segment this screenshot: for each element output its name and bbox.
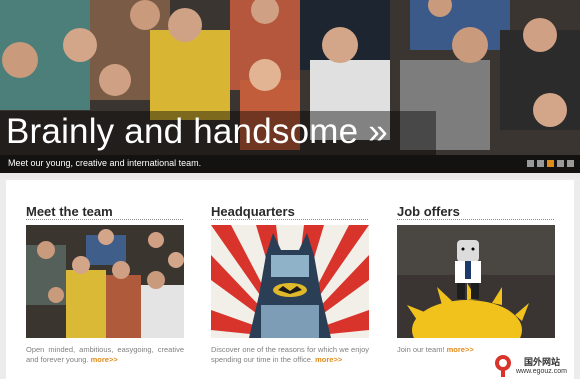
headquarters-thumbnail[interactable]	[211, 225, 369, 338]
job-offers-thumbnail[interactable]	[397, 225, 555, 338]
hero-divider	[0, 173, 580, 178]
slide-indicators	[527, 160, 574, 167]
slide-dot[interactable]	[537, 160, 544, 167]
team-thumbnail[interactable]	[26, 225, 184, 338]
slide-dot[interactable]	[547, 160, 554, 167]
hero-caption: Meet our young, creative and internation…	[8, 158, 202, 168]
slide-dot[interactable]	[527, 160, 534, 167]
watermark-text: 国外网站	[524, 357, 561, 367]
column-description: Discover one of the reasons for which we…	[211, 345, 369, 365]
column-title[interactable]: Headquarters	[211, 204, 295, 219]
content-panel: Meet the team Open minded, ambitious, ea…	[6, 180, 574, 379]
slide-dot[interactable]	[557, 160, 564, 167]
more-link[interactable]: more>>	[315, 355, 342, 364]
column-text: Join our team!	[397, 345, 445, 354]
slide-dot[interactable]	[567, 160, 574, 167]
column-text: Discover one of the reasons for which we…	[211, 345, 369, 364]
column-divider	[211, 219, 368, 220]
watermark-url: www.egouz.com	[516, 368, 567, 375]
hero-banner[interactable]: Brainly and handsome » Meet our young, c…	[0, 0, 580, 178]
hero-title[interactable]: Brainly and handsome »	[6, 112, 388, 152]
column-title[interactable]: Meet the team	[26, 204, 113, 219]
more-link[interactable]: more>>	[447, 345, 474, 354]
column-title[interactable]: Job offers	[397, 204, 460, 219]
column-divider	[26, 219, 183, 220]
column-divider	[397, 219, 554, 220]
column-description: Open minded, ambitious, easygoing, creat…	[26, 345, 184, 365]
more-link[interactable]: more>>	[91, 355, 118, 364]
